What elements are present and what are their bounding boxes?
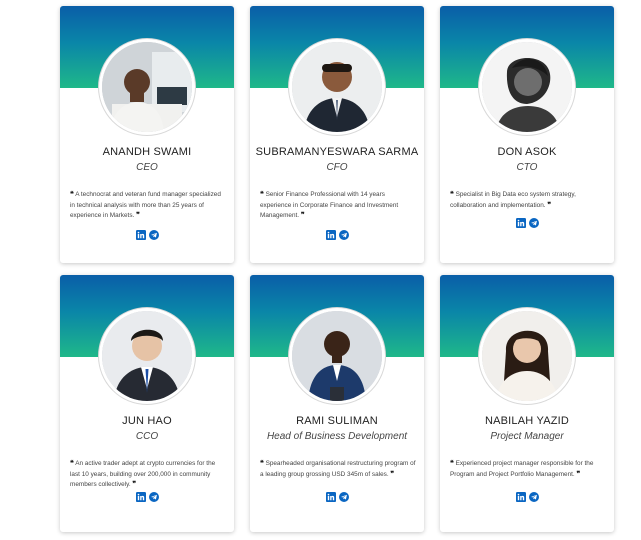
member-bio-text: An active trader adept at crypto currenc… xyxy=(70,460,216,488)
member-role: CCO xyxy=(135,431,159,442)
quote-close-icon: ❞ xyxy=(132,481,137,488)
linkedin-icon[interactable] xyxy=(515,218,526,228)
quote-close-icon: ❞ xyxy=(547,201,552,209)
linkedin-icon[interactable] xyxy=(325,230,336,240)
telegram-icon[interactable] xyxy=(338,492,349,502)
member-name: ANANDH SWAMI xyxy=(102,146,192,158)
quote-open-icon: ❝ xyxy=(450,460,454,467)
avatar xyxy=(479,308,575,404)
avatar xyxy=(479,39,575,135)
team-card-rami-suliman: RAMI SULIMAN Head of Business Developmen… xyxy=(250,275,424,532)
telegram-icon[interactable] xyxy=(528,492,539,502)
social-links xyxy=(60,230,234,240)
social-links xyxy=(440,218,614,228)
avatar xyxy=(99,308,195,404)
member-bio-text: Experienced project manager responsible … xyxy=(450,460,594,478)
member-bio: ❝ An active trader adept at crypto curre… xyxy=(70,459,226,491)
quote-open-icon: ❝ xyxy=(260,460,264,467)
telegram-icon[interactable] xyxy=(528,218,539,228)
avatar xyxy=(99,39,195,135)
social-links xyxy=(60,492,234,502)
social-links xyxy=(440,492,614,502)
member-name: DON ASOK xyxy=(497,146,557,158)
quote-close-icon: ❞ xyxy=(300,212,305,219)
quote-open-icon: ❝ xyxy=(450,191,454,198)
quote-open-icon: ❝ xyxy=(70,191,74,198)
team-card-jun-hao: JUN HAO CCO ❝ An active trader adept at … xyxy=(60,275,234,532)
team-card-anandh-swami: ANANDH SWAMI CEO ❝ A technocrat and vete… xyxy=(60,6,234,263)
member-bio: ❝ Senior Finance Professional with 14 ye… xyxy=(260,190,416,222)
linkedin-icon[interactable] xyxy=(325,492,336,502)
linkedin-icon[interactable] xyxy=(135,230,146,240)
quote-close-icon: ❞ xyxy=(576,470,581,478)
member-bio: ❝ A technocrat and veteran fund manager … xyxy=(70,190,226,222)
member-role: CEO xyxy=(136,162,158,173)
member-name: RAMI SULIMAN xyxy=(296,415,378,427)
member-role: CFO xyxy=(326,162,348,173)
member-role: CTO xyxy=(516,162,538,173)
member-role: Project Manager xyxy=(490,431,564,442)
member-bio: ❝ Experienced project manager responsibl… xyxy=(450,459,606,480)
telegram-icon[interactable] xyxy=(338,230,349,240)
member-bio-text: Specialist in Big Data eco system strate… xyxy=(450,191,576,209)
linkedin-icon[interactable] xyxy=(515,492,526,502)
team-card-nabilah-yazid: NABILAH YAZID Project Manager ❝ Experien… xyxy=(440,275,614,532)
social-links xyxy=(250,230,424,240)
linkedin-icon[interactable] xyxy=(135,492,146,502)
team-card-don-asok: DON ASOK CTO ❝ Specialist in Big Data ec… xyxy=(440,6,614,263)
member-name: JUN HAO xyxy=(122,415,172,427)
member-bio-text: Senior Finance Professional with 14 year… xyxy=(260,191,399,219)
quote-open-icon: ❝ xyxy=(70,460,74,467)
avatar xyxy=(289,39,385,135)
member-name: NABILAH YAZID xyxy=(484,415,570,427)
quote-close-icon: ❞ xyxy=(136,212,140,219)
member-role: Head of Business Development xyxy=(266,431,408,442)
team-card-subramanyeswara-sarma: SUBRAMANYESWARA SARMA CFO ❝ Senior Finan… xyxy=(250,6,424,263)
member-bio: ❝ Spearheaded organisational restructuri… xyxy=(260,459,416,480)
avatar xyxy=(289,308,385,404)
telegram-icon[interactable] xyxy=(148,230,159,240)
member-bio: ❝ Specialist in Big Data eco system stra… xyxy=(450,190,606,211)
quote-open-icon: ❝ xyxy=(260,191,264,198)
member-bio-text: A technocrat and veteran fund manager sp… xyxy=(70,191,221,219)
quote-close-icon: ❞ xyxy=(390,470,395,478)
telegram-icon[interactable] xyxy=(148,492,159,502)
member-name: SUBRAMANYESWARA SARMA xyxy=(255,146,419,158)
social-links xyxy=(250,492,424,502)
